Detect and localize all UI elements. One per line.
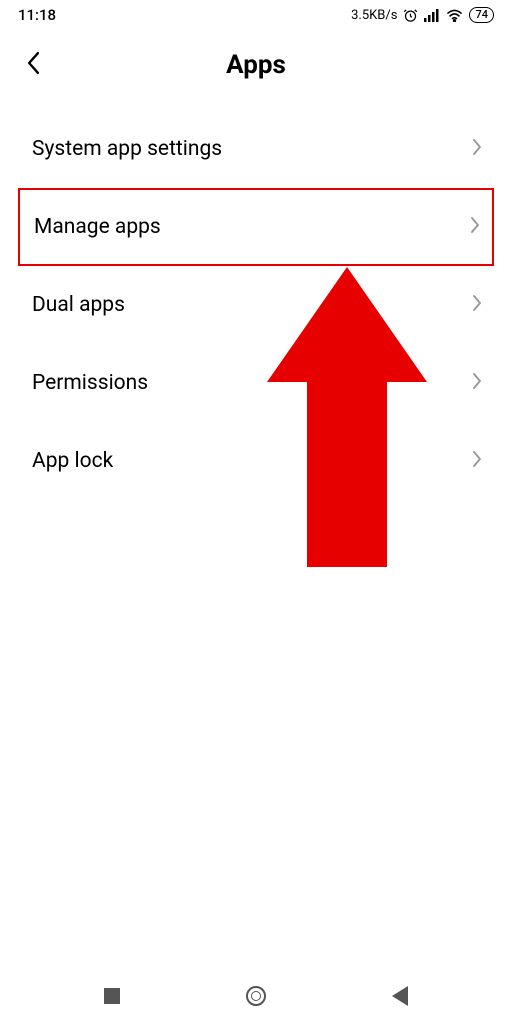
alarm-icon	[403, 8, 418, 23]
nav-recents-button[interactable]	[101, 985, 123, 1007]
chevron-right-icon	[472, 293, 482, 317]
item-label: Dual apps	[32, 293, 125, 317]
page-title: Apps	[20, 50, 492, 80]
chevron-right-icon	[470, 215, 480, 239]
chevron-right-icon	[472, 449, 482, 473]
item-label: Manage apps	[34, 215, 161, 239]
status-speed: 3.5KB/s	[351, 8, 397, 23]
header: Apps	[0, 28, 512, 102]
battery-indicator: 74	[469, 7, 494, 23]
item-label: Permissions	[32, 371, 148, 395]
nav-back-button[interactable]	[389, 985, 411, 1007]
list-item-system-app-settings[interactable]: System app settings	[0, 110, 512, 188]
signal-icon	[424, 8, 440, 22]
list-item-app-lock[interactable]: App lock	[0, 422, 512, 500]
back-button[interactable]	[26, 51, 41, 80]
wifi-icon	[446, 8, 463, 22]
navigation-bar	[0, 968, 512, 1024]
list-item-manage-apps[interactable]: Manage apps	[18, 188, 494, 266]
item-label: System app settings	[32, 137, 222, 161]
chevron-right-icon	[472, 371, 482, 395]
settings-list: System app settings Manage apps Dual app…	[0, 102, 512, 508]
item-label: App lock	[32, 449, 113, 473]
list-item-dual-apps[interactable]: Dual apps	[0, 266, 512, 344]
list-item-permissions[interactable]: Permissions	[0, 344, 512, 422]
nav-home-button[interactable]	[245, 985, 267, 1007]
chevron-right-icon	[472, 137, 482, 161]
status-time: 11:18	[18, 6, 56, 24]
status-bar: 11:18 3.5KB/s 74	[0, 0, 512, 28]
status-right: 3.5KB/s 74	[351, 7, 494, 23]
